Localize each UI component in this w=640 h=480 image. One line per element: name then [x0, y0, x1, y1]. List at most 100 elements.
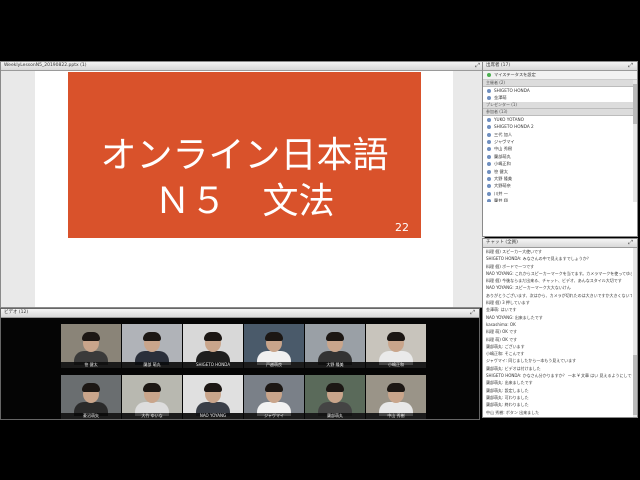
video-tile[interactable]: NAO YOYANG: [183, 375, 243, 419]
maximize-icon[interactable]: ⤢: [628, 239, 633, 247]
chat-message: SHIGETO HONDA: かなさん分かりますか？ 一本 ¥ 文章 はい 見え…: [486, 373, 632, 379]
maximize-icon[interactable]: ⤢: [470, 309, 475, 317]
chat-title: チャット (全員): [486, 240, 518, 245]
chat-message: 蘭部萌丸: 設定しました: [486, 387, 529, 393]
attendee-row[interactable]: ジャヴマイ: [483, 138, 637, 145]
user-icon: [487, 176, 491, 181]
video-tile-name: ジャヴマイ: [244, 413, 304, 419]
participant-hair: [143, 332, 161, 341]
attendee-list: 主催者 (2) SHIGETO HONDA 金澤萌 プレゼンター (1) 参加者 …: [483, 80, 637, 202]
status-icon: [487, 73, 491, 77]
video-tile[interactable]: 蘭部萌丸: [305, 375, 365, 419]
video-tile[interactable]: ジャヴマイ: [244, 375, 304, 419]
video-tile[interactable]: 笹 健太: [61, 324, 121, 368]
user-icon: [487, 147, 491, 152]
video-tile-name: 菱沼萌矢: [61, 413, 121, 419]
user-icon: [487, 139, 491, 144]
chat-message: 料理 萌) OK です: [486, 329, 518, 335]
attendees-panel: 出席者 (17) ⤢ マイステータスを設定 主催者 (2) SHIGETO HO…: [482, 61, 638, 237]
chat-message: NAO YOYANG: これからスピーカーマークを当てます。カメラマークを使って…: [486, 270, 632, 276]
participant-hair: [387, 332, 405, 341]
video-tile[interactable]: 中山 秀樹: [366, 375, 426, 419]
attendee-scrollbar[interactable]: [633, 80, 637, 202]
user-icon: [487, 154, 491, 159]
video-tile[interactable]: SHIGETO HONDA: [183, 324, 243, 368]
participant-hair: [387, 383, 405, 392]
attendee-name: 川井 一: [494, 190, 508, 196]
user-icon: [487, 191, 491, 196]
chat-message: 蘭部萌丸: 出来ましたです: [486, 380, 533, 386]
user-icon: [487, 125, 491, 130]
presentation-header: WeeklyLessonN5_20190822.pptx (1) ⤢: [1, 62, 484, 71]
attendees-title: 出席者 (17): [486, 63, 511, 68]
attendee-row[interactable]: 小嶋正和: [483, 160, 637, 167]
attendee-name: SHIGETO HONDA 2: [494, 124, 534, 130]
participant-hair: [326, 332, 344, 341]
presenter-section[interactable]: プレゼンター (1): [483, 101, 637, 109]
attendee-name: 小嶋正和: [494, 161, 511, 167]
chat-message: 小嶋正和: そこんです: [486, 351, 525, 357]
slide-title-line2: Ｎ５ 文法: [154, 181, 335, 222]
presentation-title: WeeklyLessonN5_20190822.pptx (1): [4, 63, 87, 68]
scroll-thumb[interactable]: [633, 355, 637, 415]
attendee-row[interactable]: SHIGETO HONDA: [483, 87, 637, 94]
attendee-row[interactable]: 笹 健太: [483, 168, 637, 175]
attendee-name: 笹 健太: [494, 168, 508, 174]
chat-message: ありがとうございます、次はから、カメラが切れたのは大きいですか大きくないですか: [486, 292, 632, 298]
chat-message: SHIGETO HONDA: みなさんの中で見えますでしょうか？: [486, 256, 591, 262]
user-icon: [487, 89, 491, 93]
attendee-row[interactable]: 蘭部萌丸: [483, 153, 637, 160]
participant-hair: [204, 383, 222, 392]
attendee-name: 三代 加人: [494, 131, 513, 137]
user-icon: [487, 169, 491, 174]
chat-panel: チャット (全員) ⤢ 料理 個) スピーカー大使いです SHIGETO HOND…: [482, 238, 638, 418]
participant-hair: [265, 383, 283, 392]
user-icon: [487, 162, 491, 167]
chat-message: 蘭部萌丸: ございます: [486, 343, 525, 349]
video-tile[interactable]: 大竹 ゆいな: [122, 375, 182, 419]
attendee-row[interactable]: 大野 隆美: [483, 175, 637, 182]
attendee-name: YUKO YOTANO: [494, 116, 524, 122]
video-title: ビデオ (12): [4, 310, 29, 315]
video-tile-name: 蘭部 萌丸: [122, 362, 182, 368]
my-status-dropdown[interactable]: マイステータスを設定: [483, 71, 637, 80]
maximize-icon[interactable]: ⤢: [475, 62, 480, 70]
chat-message: kasashima: OK: [486, 321, 516, 327]
attendee-name: 大野萌奈: [494, 183, 511, 189]
chat-message: 料理 個) 今後ならまだ出来る、チャット、ビデオ、あんなスタイル大切です: [486, 278, 622, 284]
video-tile[interactable]: 大野 隆美: [305, 324, 365, 368]
participant-hair: [82, 383, 100, 392]
video-header: ビデオ (12) ⤢: [1, 309, 479, 318]
video-tile[interactable]: 戸越萌良: [244, 324, 304, 368]
slide-canvas: オンライン日本語 Ｎ５ 文法 22: [35, 71, 453, 307]
attendee-row[interactable]: 蘭井 翔: [483, 197, 637, 202]
participant-hair: [326, 383, 344, 392]
maximize-icon[interactable]: ⤢: [628, 62, 633, 70]
video-tile[interactable]: 小嶋正和: [366, 324, 426, 368]
video-tile-name: 大竹 ゆいな: [122, 413, 182, 419]
chat-scrollbar[interactable]: [633, 248, 637, 417]
host-section[interactable]: 主催者 (2): [483, 80, 637, 87]
user-icon: [487, 96, 491, 101]
scroll-thumb[interactable]: [633, 84, 637, 124]
participant-section[interactable]: 参加者 (13): [483, 108, 637, 116]
chat-message: NAO YOYANG: スピーカーマーク大大ないけん: [486, 285, 571, 291]
attendee-name: 大野 隆美: [494, 175, 513, 181]
video-tile-name: 中山 秀樹: [366, 413, 426, 419]
attendee-row[interactable]: 大野萌奈: [483, 182, 637, 189]
video-tile[interactable]: 菱沼萌矢: [61, 375, 121, 419]
participant-hair: [265, 332, 283, 341]
attendee-row[interactable]: 金澤萌: [483, 94, 637, 101]
chat-header: チャット (全員) ⤢: [483, 239, 637, 248]
chat-message: 蘭部萌丸: 終わりました: [486, 402, 529, 408]
attendee-row[interactable]: 中山 秀樹: [483, 145, 637, 152]
user-icon: [487, 117, 491, 122]
attendee-row[interactable]: YUKO YOTANO: [483, 116, 637, 123]
video-tile[interactable]: 蘭部 萌丸: [122, 324, 182, 368]
attendee-row[interactable]: 川井 一: [483, 190, 637, 197]
attendee-row[interactable]: 三代 加人: [483, 131, 637, 138]
video-panel: ビデオ (12) ⤢ 笹 健太 蘭部 萌丸 SHIGETO HONDA 戸越萌良 大野 …: [0, 308, 480, 420]
video-tile-name: 小嶋正和: [366, 362, 426, 368]
video-tile-name: SHIGETO HONDA: [183, 362, 243, 368]
attendee-row[interactable]: SHIGETO HONDA 2: [483, 123, 637, 130]
